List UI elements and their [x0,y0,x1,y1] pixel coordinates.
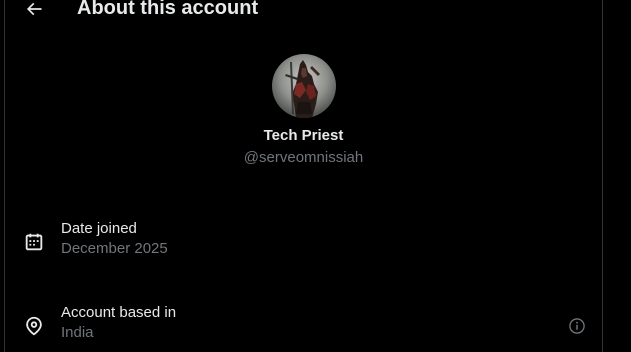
account-based-in-value: India [61,324,94,341]
info-button[interactable] [565,314,589,338]
date-joined-label: Date joined [61,220,137,237]
profile-summary: Tech Priest @serveomnissiah [5,54,602,168]
display-name: Tech Priest [263,127,344,144]
about-account-panel: About this account Tech Priest @serveomn… [4,0,603,352]
avatar[interactable] [271,54,336,118]
date-joined-row: Date joined December 2025 [5,219,602,267]
calendar-icon [25,233,43,251]
page-title: About this account [77,0,259,19]
header: About this account [5,0,602,22]
account-based-in-row: Account based in India [5,303,602,351]
arrow-left-icon [26,2,42,16]
username: @serveomnissiah [243,149,364,166]
location-pin-icon [26,316,42,336]
back-button[interactable] [17,0,51,26]
date-joined-value: December 2025 [61,240,168,257]
info-icon [569,318,585,334]
account-based-in-label: Account based in [61,304,177,321]
